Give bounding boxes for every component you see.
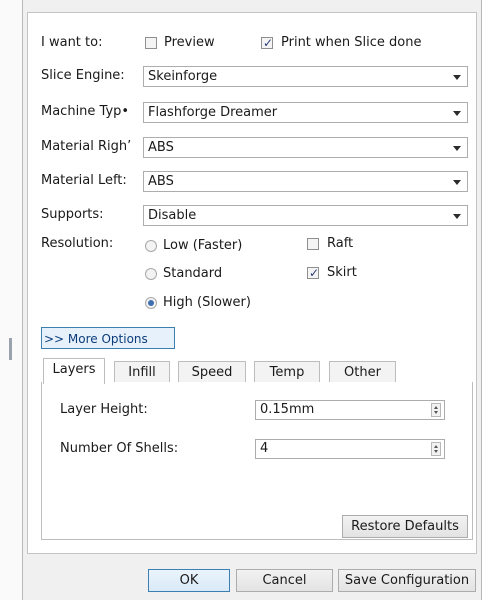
background-strip	[0, 0, 22, 600]
more-options-button[interactable]: >> More Options	[41, 327, 175, 349]
supports-label: Supports:	[41, 207, 104, 222]
preview-checkbox[interactable]	[145, 37, 157, 49]
skirt-label: Skirt	[327, 265, 357, 280]
tab-layers[interactable]: Layers	[43, 358, 105, 384]
machine-type-value: Flashforge Dreamer	[148, 105, 278, 120]
tab-speed[interactable]: Speed	[178, 361, 246, 383]
spin-buttons[interactable]	[431, 442, 441, 456]
print-when-done-checkbox[interactable]: ✓	[261, 36, 274, 50]
layer-height-value: 0.15mm	[260, 402, 315, 417]
arrow-down-icon	[434, 411, 438, 414]
resolution-low-label: Low (Faster)	[163, 238, 243, 253]
layer-height-label: Layer Height:	[60, 402, 148, 417]
ok-button[interactable]: OK	[148, 569, 230, 592]
number-of-shells-label: Number Of Shells:	[60, 441, 179, 456]
number-of-shells-value: 4	[260, 441, 269, 456]
arrow-down-icon	[434, 450, 438, 453]
resolution-standard-radio[interactable]	[145, 268, 157, 280]
checkmark-icon: ✓	[308, 266, 320, 280]
print-when-done-label: Print when Slice done	[281, 35, 422, 50]
material-left-select[interactable]: ABS	[143, 171, 468, 192]
material-right-select[interactable]: ABS	[143, 137, 468, 158]
chevron-down-icon	[453, 146, 461, 151]
machine-type-select[interactable]: Flashforge Dreamer	[143, 102, 468, 123]
arrow-up-icon	[434, 445, 438, 448]
save-configuration-button[interactable]: Save Configuration	[338, 569, 476, 592]
tab-other[interactable]: Other	[329, 361, 396, 383]
skirt-checkbox[interactable]: ✓	[307, 266, 320, 280]
tab-temp[interactable]: Temp	[254, 361, 320, 383]
cancel-button[interactable]: Cancel	[236, 569, 333, 592]
radio-selected-dot	[148, 300, 154, 306]
supports-select[interactable]: Disable	[143, 205, 468, 226]
slice-engine-label: Slice Engine:	[41, 68, 125, 83]
window-edge-marker	[9, 338, 12, 360]
arrow-up-icon	[434, 406, 438, 409]
resolution-low-radio[interactable]	[145, 240, 157, 252]
chevron-down-icon	[453, 75, 461, 80]
slice-engine-value: Skeinforge	[148, 69, 218, 84]
tab-infill[interactable]: Infill	[114, 361, 170, 383]
spin-buttons[interactable]	[431, 403, 441, 417]
material-left-label: Material Left:	[41, 173, 127, 188]
chevron-down-icon	[453, 111, 461, 116]
restore-defaults-button[interactable]: Restore Defaults	[342, 515, 468, 538]
slice-engine-select[interactable]: Skeinforge	[143, 66, 468, 87]
raft-checkbox[interactable]	[307, 238, 319, 250]
material-right-label: Material Righ’	[41, 139, 132, 154]
material-right-value: ABS	[148, 140, 174, 155]
number-of-shells-spinbox[interactable]: 4	[255, 439, 445, 459]
want-label: I want to:	[41, 35, 103, 50]
machine-type-label: Machine Typ•	[41, 104, 130, 119]
chevron-down-icon	[453, 180, 461, 185]
raft-label: Raft	[327, 236, 354, 251]
layer-height-spinbox[interactable]: 0.15mm	[255, 400, 445, 420]
resolution-standard-label: Standard	[163, 266, 223, 281]
preview-label: Preview	[164, 35, 215, 50]
resolution-high-label: High (Slower)	[163, 295, 251, 310]
resolution-high-radio[interactable]	[145, 297, 157, 309]
material-left-value: ABS	[148, 174, 174, 189]
supports-value: Disable	[148, 208, 197, 223]
chevron-down-icon	[453, 214, 461, 219]
resolution-label: Resolution:	[41, 236, 114, 251]
checkmark-icon: ✓	[262, 36, 274, 50]
